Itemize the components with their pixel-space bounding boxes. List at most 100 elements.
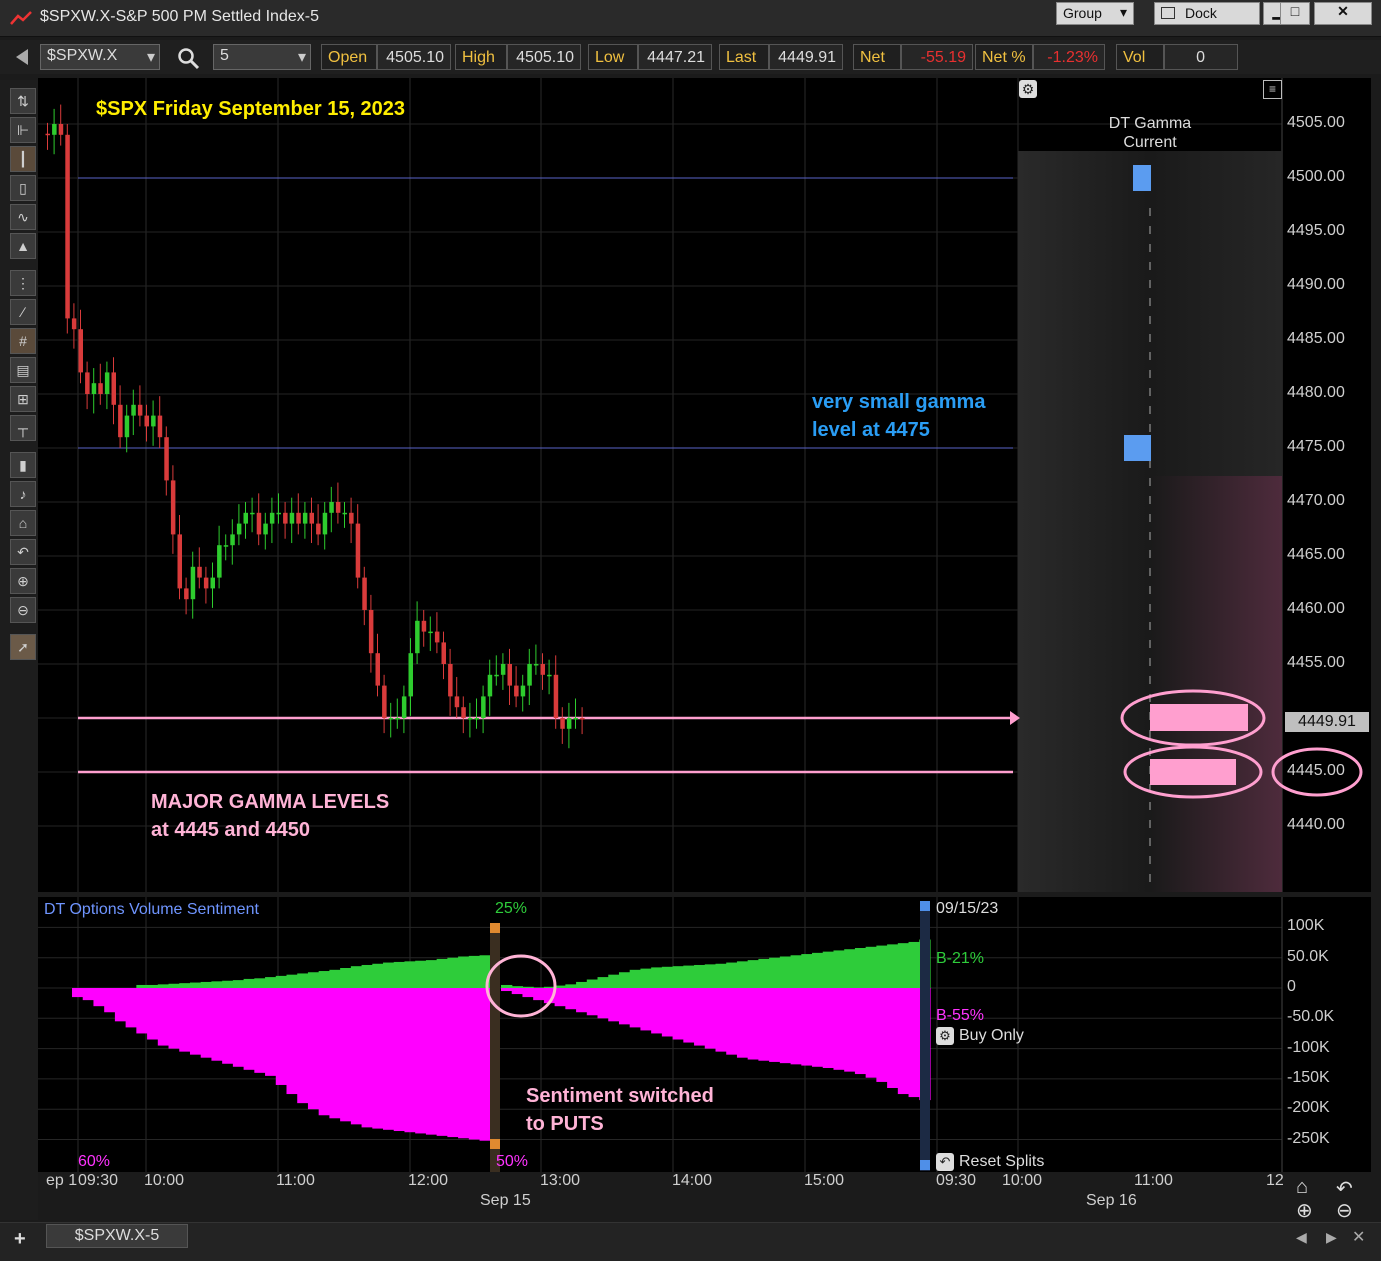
call-volume-bar <box>147 984 159 988</box>
hollow-candle-icon[interactable]: ▯ <box>10 175 36 201</box>
pointer-icon[interactable]: ➚ <box>10 634 36 660</box>
call-volume-bar <box>779 956 792 988</box>
cursor-line-icon[interactable]: ┬ <box>10 415 36 441</box>
candle-body <box>137 404 143 416</box>
candle-body <box>157 415 163 438</box>
close-button[interactable]: ✕ <box>1314 2 1372 25</box>
menu-icon[interactable]: ≡ <box>1263 80 1282 99</box>
gamma-panel-title: DT Gamma Current <box>1100 114 1200 152</box>
put-volume-bar <box>93 988 105 1007</box>
candle-body <box>415 620 420 654</box>
candle-body <box>98 383 103 394</box>
price-scale-icon[interactable]: ⋮ <box>10 270 36 296</box>
candle-body <box>316 523 321 535</box>
price-tick-label: 4460.00 <box>1287 600 1345 617</box>
candle-body <box>322 512 328 535</box>
candle-body <box>85 372 90 394</box>
candle-body <box>289 512 295 524</box>
put-volume-bar <box>522 988 534 998</box>
bar-chart-icon[interactable]: ⊩ <box>10 117 36 143</box>
candle-body <box>65 134 70 319</box>
time-tick-label: 12:00 <box>408 1172 449 1189</box>
put-volume-bar <box>147 988 159 1040</box>
zoom-out-icon[interactable]: ⊖ <box>10 597 36 623</box>
buy-only-toggle[interactable]: ⚙ Buy Only <box>936 1027 1024 1045</box>
candle-body <box>269 512 275 524</box>
chart-tab[interactable]: $SPXW.X-5 <box>46 1224 188 1248</box>
put-volume-bar <box>72 988 84 998</box>
call-volume-bar <box>468 955 481 988</box>
grid-icon[interactable]: # <box>10 328 36 354</box>
tab-next-icon[interactable]: ▶ <box>1326 1229 1337 1246</box>
zoom-out-icon[interactable]: ⊖ <box>1336 1198 1353 1223</box>
put-volume-bar <box>661 988 674 1037</box>
crosshair-tool-icon[interactable]: ⇅ <box>10 88 36 114</box>
call-volume-bar <box>865 946 877 988</box>
call-volume-bar <box>844 949 856 988</box>
maximize-button[interactable]: □ <box>1280 2 1310 25</box>
home-icon[interactable]: ⌂ <box>1296 1176 1308 1199</box>
call-volume-bar <box>747 960 759 988</box>
home-icon[interactable]: ⌂ <box>10 510 36 536</box>
tab-prev-icon[interactable]: ◀ <box>1296 1229 1307 1246</box>
zoom-in-icon[interactable]: ⊕ <box>1296 1198 1313 1223</box>
undo-icon[interactable]: ↶ <box>10 539 36 565</box>
candle-body <box>111 372 116 405</box>
add-tab-button[interactable]: + <box>14 1228 26 1251</box>
drag-handle-icon[interactable]: ▮ <box>10 452 36 478</box>
area-chart-icon[interactable]: ▲ <box>10 233 36 259</box>
interval-input[interactable]: 5 ▾ <box>213 44 311 70</box>
net-percent-value: -1.23% <box>1033 44 1105 70</box>
sentiment-tick-label: -200K <box>1287 1099 1330 1117</box>
price-tick-label: 4465.00 <box>1287 546 1345 563</box>
call-volume-bar <box>672 966 684 988</box>
call-volume-bar <box>769 957 781 988</box>
put-volume-bar <box>597 988 609 1019</box>
last-value: 4449.91 <box>769 44 843 70</box>
candle-body <box>494 674 499 677</box>
note-icon[interactable]: ♪ <box>10 481 36 507</box>
candle-body <box>514 685 519 697</box>
table-icon[interactable]: ▤ <box>10 357 36 383</box>
call-volume-bar <box>704 964 717 988</box>
log-scale-icon[interactable]: ∕ <box>10 299 36 325</box>
put-volume-bar <box>908 988 920 1098</box>
chart-logo-icon <box>10 11 32 25</box>
tab-close-icon[interactable]: ✕ <box>1352 1227 1365 1247</box>
price-tick-label: 4490.00 <box>1287 276 1345 293</box>
candle-body <box>408 653 413 697</box>
put-volume-bar <box>769 988 781 1062</box>
sentiment-date: 09/15/23 <box>936 900 999 917</box>
reset-splits-button[interactable]: ↶ Reset Splits <box>936 1153 1044 1171</box>
gear-icon: ⚙ <box>936 1027 954 1045</box>
put-volume-bar <box>200 988 213 1058</box>
settings-gear-icon[interactable]: ⚙ <box>1019 80 1037 98</box>
put-volume-bar <box>651 988 663 1034</box>
call-volume-bar <box>908 941 920 988</box>
candlestick-icon[interactable]: ┃ <box>10 146 36 172</box>
call-volume-bar <box>222 980 234 988</box>
dock-button[interactable]: Dock <box>1154 2 1260 25</box>
zoom-in-icon[interactable]: ⊕ <box>10 568 36 594</box>
candle-body <box>58 124 64 135</box>
put-volume-bar <box>812 988 824 1067</box>
sentiment-tick-label: 0 <box>1287 978 1296 995</box>
line-chart-icon[interactable]: ∿ <box>10 204 36 230</box>
candle-body <box>342 512 347 515</box>
candle-body <box>573 718 578 720</box>
group-dropdown[interactable]: Group ▾ <box>1056 2 1134 25</box>
symbol-input[interactable]: $SPXW.X ▾ <box>40 44 160 70</box>
put-volume-bar <box>350 988 363 1125</box>
collapse-left-icon[interactable] <box>14 48 30 66</box>
put-volume-bar <box>554 988 566 1007</box>
put-volume-bar <box>211 988 223 1061</box>
call-volume-bar <box>565 984 577 988</box>
candle-body <box>217 545 222 578</box>
search-icon[interactable] <box>176 46 200 70</box>
layout-icon[interactable]: ⊞ <box>10 386 36 412</box>
put-volume-bar <box>254 988 266 1073</box>
time-tick-label: 10:00 <box>144 1172 185 1189</box>
put-volume-bar <box>876 988 888 1082</box>
chevron-down-icon: ▾ <box>1119 4 1127 20</box>
candle-body <box>454 696 460 708</box>
